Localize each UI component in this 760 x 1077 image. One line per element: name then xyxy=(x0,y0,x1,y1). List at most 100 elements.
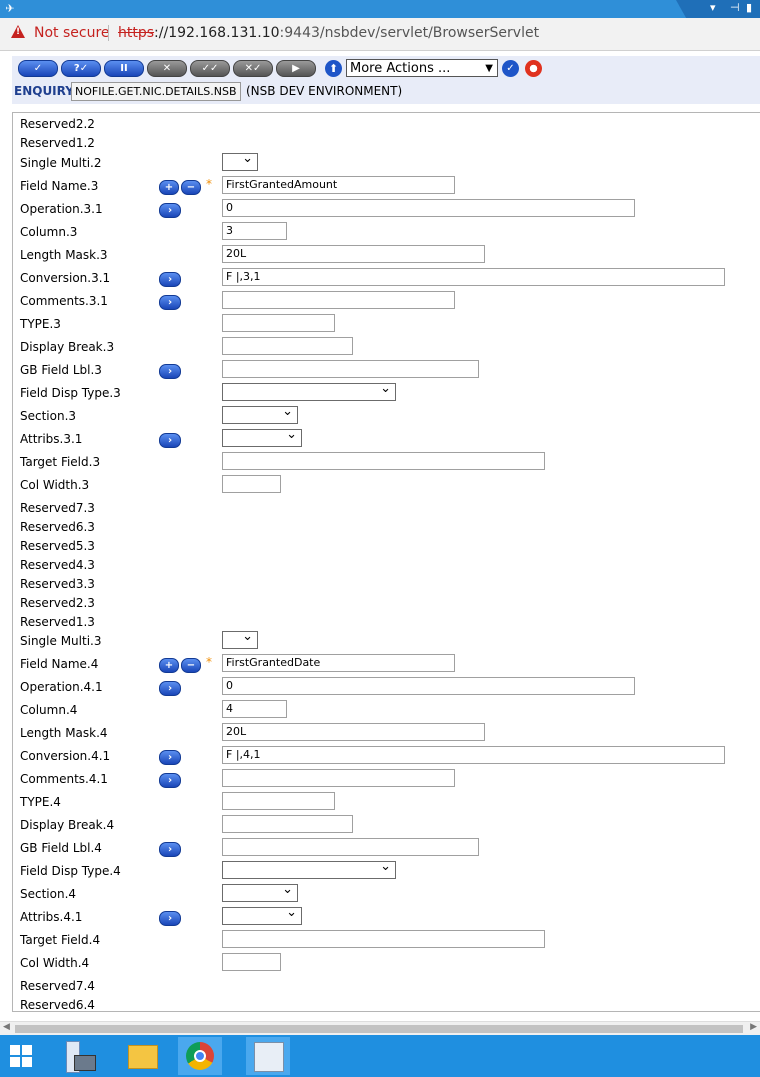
field-label: Length Mask.3 xyxy=(20,248,108,262)
go-icon[interactable]: ✓ xyxy=(502,60,519,77)
field-label: Display Break.4 xyxy=(20,818,115,832)
address-bar[interactable]: Not secure https://192.168.131.10:9443/n… xyxy=(0,18,760,51)
expand-icon[interactable]: › xyxy=(159,272,181,287)
window-controls[interactable]: ▾ ⊣ ▮ xyxy=(676,0,760,18)
expand-icon[interactable]: › xyxy=(159,681,181,696)
reverse-button[interactable]: ✕✓ xyxy=(233,60,273,77)
field-input[interactable]: 0 xyxy=(222,199,635,217)
url-scheme: https xyxy=(118,25,155,41)
environment-label: (NSB DEV ENVIRONMENT) xyxy=(246,84,403,98)
expand-icon[interactable]: › xyxy=(159,842,181,857)
expand-icon[interactable]: › xyxy=(159,750,181,765)
next-button[interactable]: ▶ xyxy=(276,60,316,77)
divider xyxy=(108,25,109,41)
remove-field-icon[interactable]: − xyxy=(181,180,201,195)
field-select[interactable] xyxy=(222,905,302,925)
field-input[interactable]: 20L xyxy=(222,245,485,263)
field-input[interactable] xyxy=(222,291,455,309)
upload-icon[interactable]: ⬆ xyxy=(325,60,342,77)
expand-icon[interactable]: › xyxy=(159,364,181,379)
field-input[interactable]: 0 xyxy=(222,677,635,695)
field-select[interactable] xyxy=(222,381,396,401)
field-select[interactable] xyxy=(222,404,298,424)
file-explorer-button[interactable] xyxy=(120,1037,164,1075)
field-label: Reserved2.2 xyxy=(20,117,95,131)
field-select[interactable] xyxy=(222,882,298,902)
field-label: Display Break.3 xyxy=(20,340,115,354)
field-label: Operation.3.1 xyxy=(20,202,103,216)
field-input[interactable]: 20L xyxy=(222,723,485,741)
field-select[interactable] xyxy=(222,859,396,879)
field-label: GB Field Lbl.4 xyxy=(20,841,102,855)
field-label: TYPE.3 xyxy=(20,317,61,331)
field-select[interactable] xyxy=(222,427,302,447)
field-input[interactable] xyxy=(222,838,479,856)
field-label: Reserved2.3 xyxy=(20,596,95,610)
field-input[interactable] xyxy=(222,769,455,787)
expand-icon[interactable]: › xyxy=(159,911,181,926)
field-input[interactable] xyxy=(222,314,335,332)
field-select[interactable] xyxy=(222,629,258,649)
field-select[interactable] xyxy=(222,151,258,171)
more-actions-select[interactable]: More Actions ... ▼ xyxy=(346,59,498,77)
start-button[interactable] xyxy=(0,1037,44,1075)
horizontal-scrollbar[interactable]: ◀ ▶ xyxy=(0,1021,760,1036)
field-label: Operation.4.1 xyxy=(20,680,103,694)
field-input[interactable] xyxy=(222,337,353,355)
enquiry-label: ENQUIRY, xyxy=(14,84,77,98)
authorise-button[interactable]: ✓✓ xyxy=(190,60,230,77)
add-field-icon[interactable]: + xyxy=(159,658,179,673)
field-input[interactable]: F |,4,1 xyxy=(222,746,725,764)
expand-icon[interactable]: › xyxy=(159,203,181,218)
enquiry-name: NOFILE.GET.NIC.DETAILS.NSB xyxy=(71,82,241,101)
field-label: Target Field.3 xyxy=(20,455,101,469)
server-manager-button[interactable] xyxy=(56,1037,100,1075)
field-input[interactable] xyxy=(222,815,353,833)
field-label: Single Multi.2 xyxy=(20,156,102,170)
field-label: Reserved1.2 xyxy=(20,136,95,150)
chrome-icon xyxy=(186,1042,214,1070)
help-lifebuoy-icon[interactable] xyxy=(525,60,542,77)
field-label: Attribs.3.1 xyxy=(20,432,83,446)
more-actions-label: More Actions ... xyxy=(350,61,451,76)
not-secure-label[interactable]: Not secure xyxy=(34,25,110,41)
expand-icon[interactable]: › xyxy=(159,433,181,448)
remove-field-icon[interactable]: − xyxy=(181,658,201,673)
hold-button[interactable]: II xyxy=(104,60,144,77)
field-input[interactable] xyxy=(222,475,281,493)
field-label: Attribs.4.1 xyxy=(20,910,83,924)
field-label: Comments.4.1 xyxy=(20,772,108,786)
field-input[interactable]: F |,3,1 xyxy=(222,268,725,286)
scrollbar-thumb[interactable] xyxy=(15,1025,743,1033)
field-input[interactable]: 3 xyxy=(222,222,287,240)
field-input[interactable] xyxy=(222,792,335,810)
t24-browser-button[interactable] xyxy=(246,1037,290,1075)
field-label: Field Disp Type.3 xyxy=(20,386,121,400)
field-label: Reserved6.4 xyxy=(20,998,95,1012)
delete-button[interactable]: ✕ xyxy=(147,60,187,77)
field-input[interactable]: 4 xyxy=(222,700,287,718)
field-input[interactable] xyxy=(222,360,479,378)
pin-icon[interactable]: ⊣ xyxy=(730,1,740,14)
expand-icon[interactable]: › xyxy=(159,295,181,310)
validate-button[interactable]: ?✓ xyxy=(61,60,101,77)
field-input[interactable]: FirstGrantedAmount xyxy=(222,176,455,194)
field-label: Reserved7.3 xyxy=(20,501,95,515)
chevron-down-icon[interactable]: ▾ xyxy=(710,1,716,14)
chrome-button[interactable] xyxy=(178,1037,222,1075)
commit-button[interactable]: ✓ xyxy=(18,60,58,77)
add-field-icon[interactable]: + xyxy=(159,180,179,195)
expand-icon[interactable]: › xyxy=(159,773,181,788)
scroll-right-icon[interactable]: ▶ xyxy=(750,1022,757,1032)
scroll-left-icon[interactable]: ◀ xyxy=(3,1022,10,1032)
field-input[interactable] xyxy=(222,930,545,948)
enquiry-toolbar: ✓ ?✓ II ✕ ✓✓ ✕✓ ▶ ⬆ More Actions ... ▼ ✓ … xyxy=(12,56,760,104)
field-input[interactable] xyxy=(222,953,281,971)
field-input[interactable]: FirstGrantedDate xyxy=(222,654,455,672)
field-input[interactable] xyxy=(222,452,545,470)
field-label: Column.4 xyxy=(20,703,78,717)
url-text[interactable]: https://192.168.131.10:9443/nsbdev/servl… xyxy=(118,25,539,41)
field-label: Reserved1.3 xyxy=(20,615,95,629)
field-label: Single Multi.3 xyxy=(20,634,102,648)
enquiry-form: Reserved2.2 Reserved1.2 Single Multi.2 Fiel… xyxy=(12,112,760,1012)
